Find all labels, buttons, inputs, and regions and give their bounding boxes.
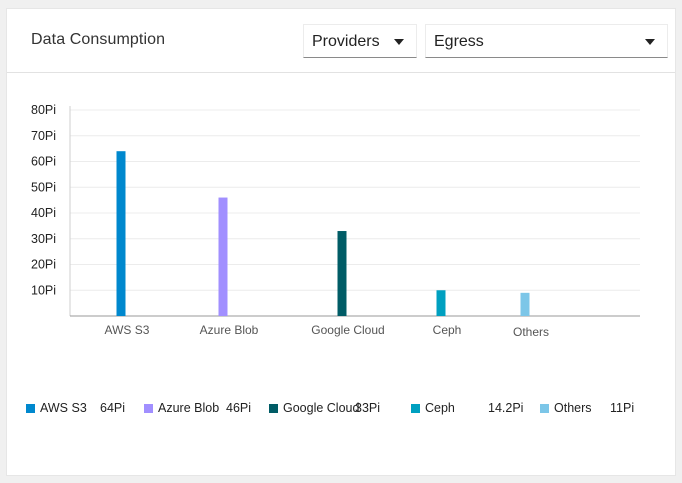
bar-others[interactable] [520,292,530,316]
legend-swatch [26,404,35,413]
legend-swatch [411,404,420,413]
x-category-label: Ceph [433,323,462,337]
legend-name: Others [554,401,592,415]
y-tick-label: 70Pi [31,129,56,143]
bar-ceph[interactable] [436,290,446,316]
y-tick-label: 10Pi [31,283,56,297]
chart-axes [69,106,640,317]
x-category-label: Google Cloud [311,323,384,337]
legend-swatch [540,404,549,413]
legend-value: 46Pi [226,401,252,415]
legend-name: Azure Blob [158,401,220,415]
y-tick-label: 20Pi [31,258,56,272]
legend-name: AWS S3 [40,401,87,415]
legend-name: Google Cloud [283,401,360,415]
y-tick-label: 60Pi [31,155,56,169]
legend-value: 33Pi [355,401,381,415]
chart-grid [70,109,640,291]
legend-swatch [144,404,153,413]
x-category-label: AWS S3 [105,323,150,337]
legend-value: 11Pi [610,401,635,415]
x-category-label: Others [513,325,549,339]
y-tick-label: 50Pi [31,180,56,194]
legend-value: 64Pi [100,401,126,415]
chart-labels: 10Pi 20Pi 30Pi 40Pi 50Pi 60Pi 70Pi 80Pi AWS S3 Az… [31,103,549,339]
y-tick-label: 40Pi [31,206,56,220]
bar-aws-s3[interactable] [116,151,126,316]
x-category-label: Azure Blob [200,323,259,337]
legend-value: 14.2Pi [488,401,524,415]
legend-swatch [269,404,278,413]
bar-azure-blob[interactable] [218,197,228,316]
y-tick-label: 80Pi [31,103,56,117]
bar-google-cloud[interactable] [337,231,347,316]
y-tick-label: 30Pi [31,232,56,246]
chart-bars [116,151,530,316]
legend-name: Ceph [425,401,455,415]
